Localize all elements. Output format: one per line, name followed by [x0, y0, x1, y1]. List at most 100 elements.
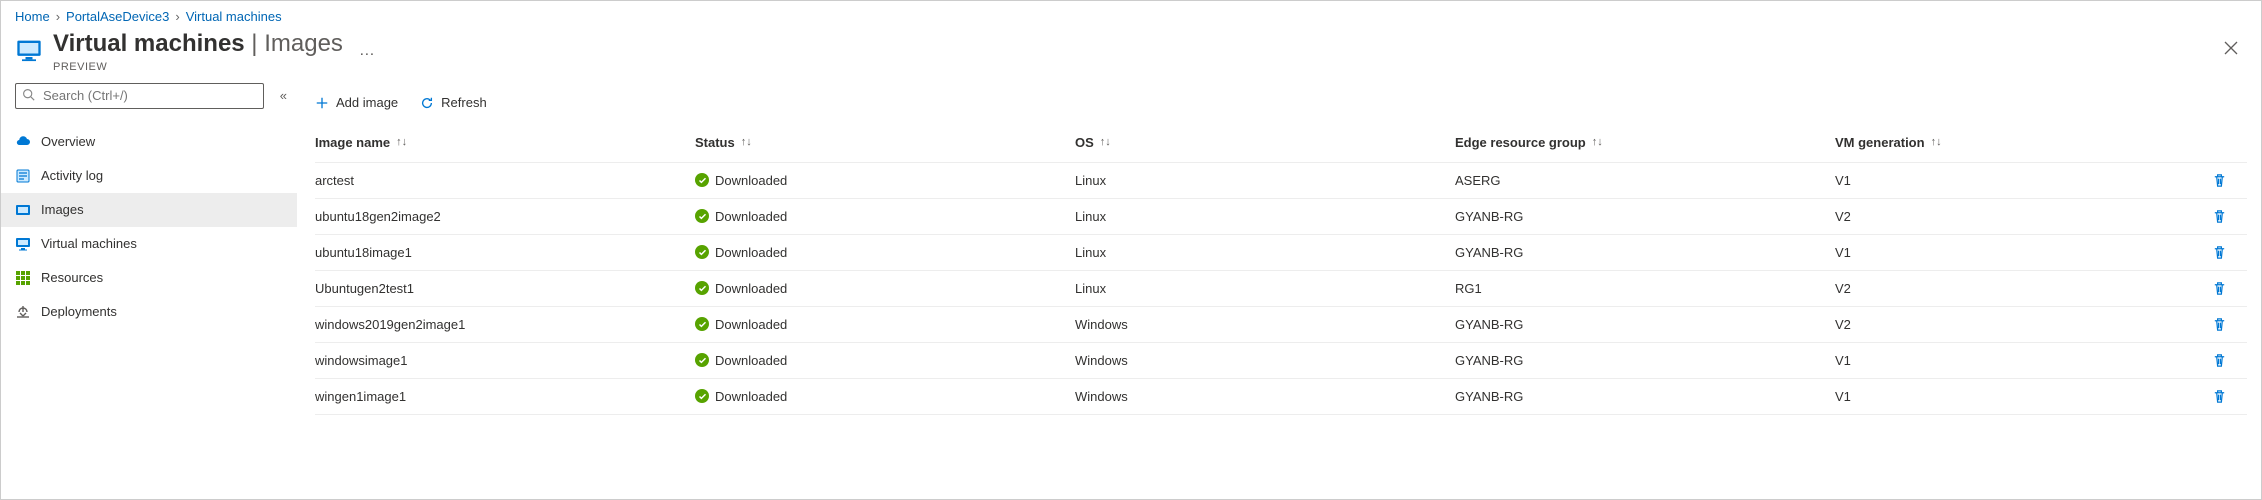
sidebar-item-resources[interactable]: Resources — [1, 261, 297, 295]
sidebar-item-label: Overview — [41, 134, 95, 149]
sidebar-item-label: Deployments — [41, 304, 117, 319]
table-row[interactable]: Ubuntugen2test1DownloadedLinuxRG1V2 — [315, 271, 2247, 307]
sidebar-item-label: Resources — [41, 270, 103, 285]
column-header-gen[interactable]: VM generation ↑↓ — [1835, 135, 2203, 150]
breadcrumb-link-home[interactable]: Home — [15, 9, 50, 24]
cell-rg: GYANB-RG — [1455, 245, 1835, 260]
table-header: Image name ↑↓ Status ↑↓ OS ↑↓ Edge resou… — [315, 123, 2247, 163]
sidebar-item-virtual-machines[interactable]: Virtual machines — [1, 227, 297, 261]
column-header-name[interactable]: Image name ↑↓ — [315, 135, 695, 150]
table-row[interactable]: windows2019gen2image1DownloadedWindowsGY… — [315, 307, 2247, 343]
close-button[interactable] — [2215, 32, 2247, 69]
refresh-button[interactable]: Refresh — [420, 95, 487, 110]
add-image-button[interactable]: Add image — [315, 95, 398, 110]
cell-name: ubuntu18gen2image2 — [315, 209, 695, 224]
images-icon — [15, 202, 31, 218]
success-icon — [695, 389, 709, 403]
sidebar: « Overview Activity log — [1, 83, 297, 499]
cell-gen: V2 — [1835, 209, 2203, 224]
cell-os: Linux — [1075, 173, 1455, 188]
cell-rg: GYANB-RG — [1455, 389, 1835, 404]
cell-name: windows2019gen2image1 — [315, 317, 695, 332]
delete-button[interactable] — [2212, 389, 2227, 404]
sort-icon: ↑↓ — [1931, 136, 1942, 148]
cell-name: ubuntu18image1 — [315, 245, 695, 260]
delete-button[interactable] — [2212, 317, 2227, 332]
cell-name: wingen1image1 — [315, 389, 695, 404]
cell-rg: GYANB-RG — [1455, 317, 1835, 332]
success-icon — [695, 317, 709, 331]
cell-status: Downloaded — [695, 353, 1075, 368]
table-row[interactable]: windowsimage1DownloadedWindowsGYANB-RGV1 — [315, 343, 2247, 379]
delete-button[interactable] — [2212, 281, 2227, 296]
sidebar-search[interactable] — [15, 83, 264, 109]
refresh-icon — [420, 96, 434, 110]
cell-rg: GYANB-RG — [1455, 353, 1835, 368]
preview-badge: PREVIEW — [53, 61, 343, 73]
cell-os: Linux — [1075, 281, 1455, 296]
chevron-right-icon: › — [175, 9, 179, 24]
cell-rg: RG1 — [1455, 281, 1835, 296]
cell-os: Linux — [1075, 209, 1455, 224]
deployments-icon — [15, 304, 31, 320]
log-icon — [15, 168, 31, 184]
sidebar-item-overview[interactable]: Overview — [1, 125, 297, 159]
sidebar-item-label: Activity log — [41, 168, 103, 183]
toolbar-label: Add image — [336, 95, 398, 110]
sidebar-item-label: Virtual machines — [41, 236, 137, 251]
vm-icon — [15, 36, 43, 64]
delete-button[interactable] — [2212, 245, 2227, 260]
page-header: Virtual machines | Images PREVIEW … — [1, 24, 2261, 83]
table-row[interactable]: wingen1image1DownloadedWindowsGYANB-RGV1 — [315, 379, 2247, 415]
cell-rg: ASERG — [1455, 173, 1835, 188]
delete-button[interactable] — [2212, 173, 2227, 188]
column-header-status[interactable]: Status ↑↓ — [695, 135, 1075, 150]
cell-os: Windows — [1075, 317, 1455, 332]
cell-gen: V2 — [1835, 317, 2203, 332]
table-row[interactable]: ubuntu18gen2image2DownloadedLinuxGYANB-R… — [315, 199, 2247, 235]
sidebar-nav: Overview Activity log Images — [1, 119, 297, 329]
delete-button[interactable] — [2212, 353, 2227, 368]
success-icon — [695, 281, 709, 295]
success-icon — [695, 173, 709, 187]
sidebar-item-deployments[interactable]: Deployments — [1, 295, 297, 329]
column-header-rg[interactable]: Edge resource group ↑↓ — [1455, 135, 1835, 150]
search-input[interactable] — [41, 87, 257, 104]
cell-os: Linux — [1075, 245, 1455, 260]
sidebar-item-activity-log[interactable]: Activity log — [1, 159, 297, 193]
cell-gen: V1 — [1835, 173, 2203, 188]
cell-gen: V1 — [1835, 389, 2203, 404]
chevron-right-icon: › — [56, 9, 60, 24]
cell-status: Downloaded — [695, 281, 1075, 296]
sidebar-item-images[interactable]: Images — [1, 193, 297, 227]
cell-name: windowsimage1 — [315, 353, 695, 368]
vm-icon — [15, 236, 31, 252]
table-row[interactable]: ubuntu18image1DownloadedLinuxGYANB-RGV1 — [315, 235, 2247, 271]
column-header-os[interactable]: OS ↑↓ — [1075, 135, 1455, 150]
toolbar-label: Refresh — [441, 95, 487, 110]
breadcrumb: Home › PortalAseDevice3 › Virtual machin… — [1, 1, 2261, 24]
breadcrumb-link-device[interactable]: PortalAseDevice3 — [66, 9, 169, 24]
cloud-icon — [15, 134, 31, 150]
resources-icon — [15, 270, 31, 286]
cell-status: Downloaded — [695, 245, 1075, 260]
success-icon — [695, 209, 709, 223]
cell-rg: GYANB-RG — [1455, 209, 1835, 224]
plus-icon — [315, 96, 329, 110]
collapse-sidebar-button[interactable]: « — [280, 88, 287, 103]
sort-icon: ↑↓ — [1100, 136, 1111, 148]
sort-icon: ↑↓ — [741, 136, 752, 148]
cell-gen: V1 — [1835, 245, 2203, 260]
cell-name: Ubuntugen2test1 — [315, 281, 695, 296]
content-pane: Add image Refresh Image name ↑↓ Sta — [297, 83, 2261, 499]
cell-os: Windows — [1075, 389, 1455, 404]
breadcrumb-current: Virtual machines — [186, 9, 282, 24]
table-row[interactable]: arctestDownloadedLinuxASERGV1 — [315, 163, 2247, 199]
images-table: Image name ↑↓ Status ↑↓ OS ↑↓ Edge resou… — [315, 123, 2247, 415]
cell-os: Windows — [1075, 353, 1455, 368]
delete-button[interactable] — [2212, 209, 2227, 224]
cell-status: Downloaded — [695, 173, 1075, 188]
toolbar: Add image Refresh — [315, 83, 2247, 123]
more-button[interactable]: … — [359, 42, 375, 60]
page-title: Virtual machines | Images — [53, 30, 343, 59]
